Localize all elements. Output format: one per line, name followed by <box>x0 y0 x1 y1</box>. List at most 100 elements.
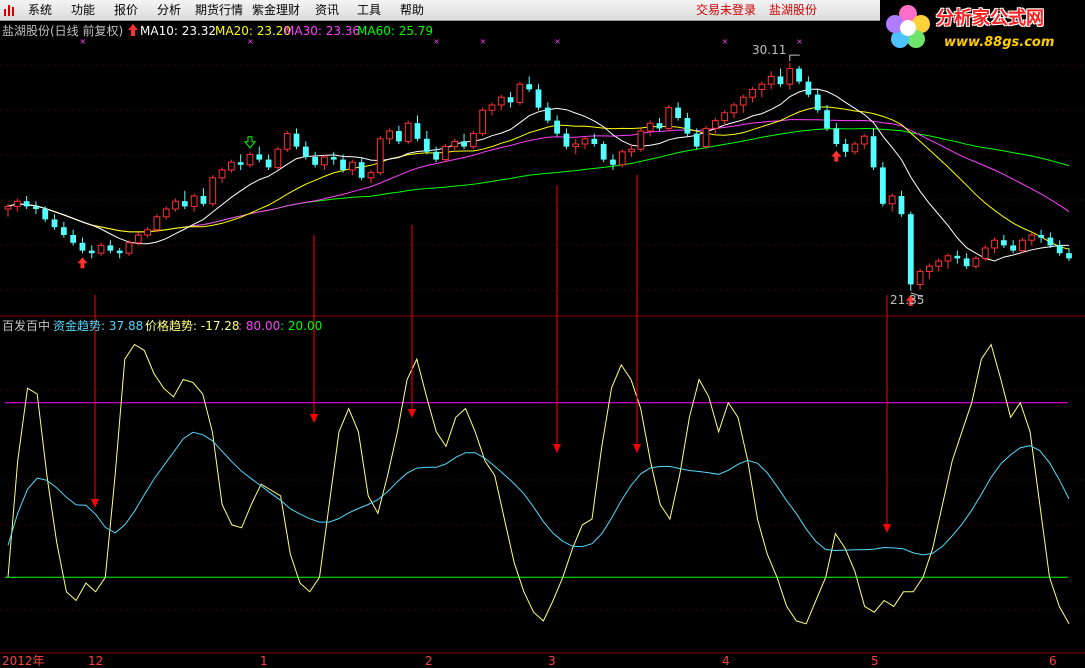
candle-body-down <box>563 133 570 147</box>
candle-body-up <box>488 104 496 111</box>
candle-body-up <box>926 265 933 272</box>
candle-body-down <box>1047 237 1054 246</box>
candle-body-up <box>628 148 635 153</box>
candle-body-down <box>963 258 970 267</box>
candle-body-up <box>665 107 673 129</box>
chart-canvas[interactable]: × × × × × × × <box>0 0 1085 668</box>
top-x-mark: × <box>722 37 729 46</box>
buy-arrow-icon <box>831 150 842 162</box>
time-label-6: 6 <box>1049 654 1057 668</box>
candle-body-down <box>265 159 272 168</box>
candle-body-up <box>935 260 943 267</box>
candle-body-down <box>535 89 542 108</box>
candle-body-down <box>507 97 514 103</box>
candle-body-up <box>134 234 142 244</box>
candle-body-up <box>646 122 654 132</box>
candle-body-up <box>991 239 998 249</box>
time-label-2: 2 <box>425 654 433 668</box>
candle-body-down <box>554 120 560 134</box>
candle-body-down <box>833 128 840 144</box>
candle-body-up <box>516 83 524 103</box>
candle-body-down <box>591 138 598 144</box>
candle-body-down <box>79 242 86 251</box>
candle-body-down <box>1056 245 1063 254</box>
price-trend-line <box>7 343 1070 625</box>
candle-body-down <box>181 201 188 207</box>
candle-body-down <box>600 144 607 160</box>
candle-body-up <box>442 146 449 161</box>
candle-body-up <box>321 156 328 166</box>
candle-body-up <box>581 138 589 145</box>
candle-body-up <box>916 270 924 285</box>
candle-body-down <box>526 84 533 90</box>
top-x-mark: × <box>247 37 254 46</box>
candle-body-up <box>153 216 161 231</box>
candle-body-down <box>433 151 440 160</box>
candle-body-up <box>851 143 859 153</box>
candle-body-down <box>88 250 95 254</box>
price-panel-title: 盐湖股份(日线 前复权) <box>2 24 124 38</box>
time-label-1: 1 <box>260 654 268 668</box>
candle-body-down <box>1000 240 1007 246</box>
candle-body-up <box>479 109 487 135</box>
candle-body-down <box>42 209 49 220</box>
candle-body-up <box>469 133 477 148</box>
time-label-2012: 2012年 <box>2 654 45 668</box>
top-x-mark: × <box>554 37 561 46</box>
candle-body-up <box>721 112 729 122</box>
top-x-mark: × <box>433 37 440 46</box>
candle-body-up <box>860 135 868 145</box>
candle-body-up <box>972 257 980 267</box>
time-label-5: 5 <box>871 654 879 668</box>
candle-body-up <box>758 83 766 90</box>
signal-arrow-head-icon <box>408 409 416 418</box>
candle-body-down <box>675 107 681 118</box>
candle-body-up <box>711 120 719 129</box>
candle-body-up <box>218 169 226 179</box>
candle-body-down <box>907 214 914 285</box>
candle-body-up <box>1028 234 1036 241</box>
candle-body-down <box>1010 245 1017 251</box>
candle-body-up <box>767 75 775 85</box>
candle-body-up <box>749 88 756 98</box>
candle-body-down <box>237 162 244 165</box>
candle-body-up <box>348 161 356 171</box>
high-price-label: 30.11 <box>752 43 787 57</box>
candle-body-up <box>888 195 896 205</box>
candle-body-down <box>656 123 663 129</box>
candle-body-up <box>162 208 170 218</box>
candle-body-down <box>51 219 58 228</box>
candle-body-down <box>340 159 346 170</box>
ma10-label: MA10: 23.32 <box>140 24 217 38</box>
candle-body-up <box>572 143 580 148</box>
time-label-4: 4 <box>722 654 730 668</box>
signal-arrow-head-icon <box>633 444 641 453</box>
candle-body-down <box>777 76 784 85</box>
level-high-label: : 80.00 <box>238 319 281 333</box>
candle-body-up <box>144 229 151 236</box>
candle-body-down <box>302 146 309 157</box>
signal-arrow-head-icon <box>91 499 99 508</box>
candle-body-up <box>376 138 384 174</box>
brand-url: www.88gs.com <box>944 35 1055 50</box>
candle-body-down <box>842 144 849 152</box>
candle-body-up <box>274 148 282 168</box>
candle-body-up <box>4 205 12 210</box>
candle-body-down <box>684 118 691 134</box>
candle-body-down <box>23 201 30 207</box>
candle-body-down <box>293 133 300 147</box>
candle-body-down <box>414 123 421 139</box>
candle-body-up <box>97 244 105 254</box>
candle-body-down <box>200 196 207 204</box>
candle-body-up <box>13 200 21 207</box>
brand-logo: 分析家公式网 www.88gs.com <box>880 0 1085 60</box>
candle-body-up <box>172 200 179 210</box>
candle-body-down <box>870 136 877 168</box>
candle-body-down <box>814 94 821 111</box>
candle-body-down <box>796 68 802 82</box>
signal-arrow-head-icon <box>310 414 318 423</box>
candle-body-down <box>1038 235 1044 238</box>
ma20-label: MA20: 23.20 <box>215 24 292 38</box>
candle-body-up <box>637 130 645 150</box>
brand-name: 分析家公式网 <box>936 8 1044 29</box>
